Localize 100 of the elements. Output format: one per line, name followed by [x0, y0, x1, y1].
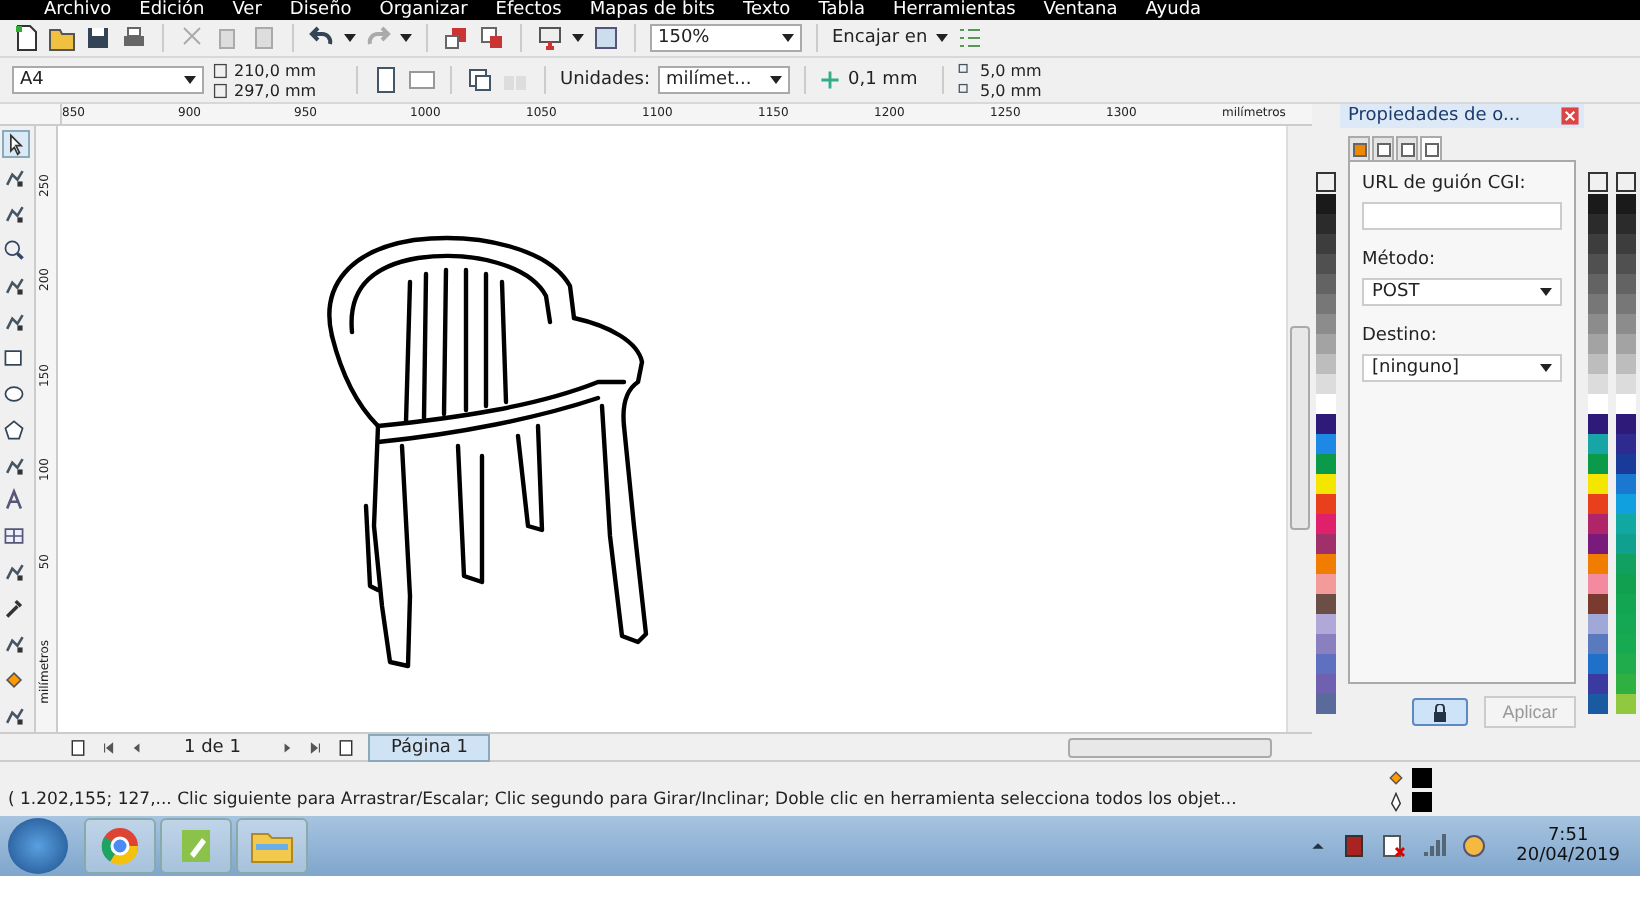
color-swatch[interactable] [1316, 254, 1336, 274]
docker-tab[interactable] [1372, 136, 1394, 160]
color-swatch[interactable] [1616, 274, 1636, 294]
color-swatch[interactable] [1616, 354, 1636, 374]
color-swatch[interactable] [1588, 534, 1608, 554]
color-swatch[interactable] [1316, 354, 1336, 374]
color-swatch[interactable] [1616, 454, 1636, 474]
color-swatch[interactable] [1316, 614, 1336, 634]
color-swatch[interactable] [1588, 654, 1608, 674]
docker-tab[interactable] [1396, 136, 1418, 160]
color-swatch[interactable] [1588, 334, 1608, 354]
input-field[interactable] [1362, 202, 1562, 230]
menu-item[interactable]: Organizar [379, 0, 468, 20]
scrollbar-thumb[interactable] [1068, 737, 1272, 757]
color-swatch[interactable] [1588, 614, 1608, 634]
picture-icon[interactable] [592, 24, 620, 52]
color-swatch[interactable] [1616, 554, 1636, 574]
color-swatch[interactable] [1616, 534, 1636, 554]
color-swatch[interactable] [1588, 354, 1608, 374]
color-swatch[interactable] [1616, 654, 1636, 674]
scrollbar-thumb[interactable] [1290, 326, 1311, 530]
docker-tab[interactable] [1420, 136, 1442, 160]
color-swatch[interactable] [1616, 574, 1636, 594]
network-error-icon[interactable] [1380, 832, 1409, 860]
color-swatch[interactable] [1588, 454, 1608, 474]
menu-item[interactable]: Edición [139, 0, 205, 20]
color-swatch[interactable] [1316, 194, 1336, 214]
no-color-swatch[interactable] [1616, 172, 1636, 192]
color-swatch[interactable] [1316, 594, 1336, 614]
menu-item[interactable]: Texto [742, 0, 791, 20]
color-swatch[interactable] [1616, 594, 1636, 614]
color-swatch[interactable] [1616, 194, 1636, 214]
save-icon[interactable] [84, 24, 112, 52]
color-swatch[interactable] [1316, 374, 1336, 394]
printer-icon[interactable] [120, 24, 148, 52]
pointer-icon[interactable] [2, 130, 31, 158]
color-swatch[interactable] [1588, 574, 1608, 594]
dropdown-field[interactable]: POST [1362, 278, 1562, 306]
color-swatch[interactable] [1588, 494, 1608, 514]
color-swatch[interactable] [1316, 514, 1336, 534]
color-swatch[interactable] [1616, 494, 1636, 514]
color-swatch[interactable] [1588, 394, 1608, 414]
new-document-icon[interactable] [12, 24, 40, 52]
color-swatch[interactable] [1588, 474, 1608, 494]
color-swatch[interactable] [1316, 214, 1336, 234]
color-swatch[interactable] [1616, 294, 1636, 314]
page-height-field[interactable]: 297,0 mm [234, 81, 342, 99]
color-swatch[interactable] [1588, 214, 1608, 234]
color-swatch[interactable] [1316, 554, 1336, 574]
duplicate-x-field[interactable]: 5,0 mm [980, 61, 1100, 79]
color-swatch[interactable] [1616, 414, 1636, 434]
color-swatch[interactable] [1588, 314, 1608, 334]
weather-icon[interactable] [1460, 832, 1489, 860]
color-swatch[interactable] [1588, 694, 1608, 714]
color-swatch[interactable] [1316, 234, 1336, 254]
color-swatch[interactable] [1616, 474, 1636, 494]
color-swatch[interactable] [1316, 574, 1336, 594]
color-swatch[interactable] [1316, 634, 1336, 654]
import-icon[interactable] [442, 24, 470, 52]
color-swatch[interactable] [1588, 634, 1608, 654]
color-swatch[interactable] [1316, 454, 1336, 474]
color-swatch[interactable] [1588, 274, 1608, 294]
menu-item[interactable]: Mapas de bits [589, 0, 715, 20]
add-page-icon[interactable] [336, 737, 357, 757]
docker-tab[interactable] [1348, 136, 1370, 160]
zoom-level-dropdown[interactable]: 150% [650, 24, 802, 52]
color-swatch[interactable] [1616, 334, 1636, 354]
color-swatch[interactable] [1316, 294, 1336, 314]
browser-taskbar-button[interactable] [84, 818, 156, 874]
signal-bars-icon[interactable] [1420, 832, 1449, 860]
folder-icon[interactable] [48, 24, 76, 52]
previous-page-icon[interactable] [128, 739, 144, 755]
paste-icon[interactable] [250, 24, 278, 52]
pages-icon[interactable] [466, 66, 494, 94]
device-icon[interactable] [1340, 832, 1369, 860]
color-swatch[interactable] [1316, 434, 1336, 454]
first-page-icon[interactable] [100, 739, 116, 755]
color-swatch[interactable] [1588, 254, 1608, 274]
color-swatch[interactable] [1316, 414, 1336, 434]
color-swatch[interactable] [1616, 394, 1636, 414]
color-swatch[interactable] [1588, 514, 1608, 534]
drawing-app-taskbar-button[interactable] [160, 818, 232, 874]
lock-button[interactable] [1412, 698, 1468, 726]
duplicate-y-field[interactable]: 5,0 mm [980, 81, 1100, 99]
color-swatch[interactable] [1316, 494, 1336, 514]
page-width-field[interactable]: 210,0 mm [234, 61, 342, 79]
color-swatch[interactable] [1616, 314, 1636, 334]
close-icon[interactable] [1560, 106, 1580, 126]
color-swatch[interactable] [1616, 214, 1636, 234]
color-swatch[interactable] [1616, 614, 1636, 634]
color-swatch[interactable] [1316, 674, 1336, 694]
no-color-swatch[interactable] [1588, 172, 1608, 192]
color-swatch[interactable] [1316, 474, 1336, 494]
color-swatch[interactable] [1616, 514, 1636, 534]
nudge-distance-field[interactable]: 0,1 mm [848, 70, 928, 90]
folder-taskbar-button[interactable] [236, 818, 308, 874]
color-swatch[interactable] [1316, 274, 1336, 294]
color-swatch[interactable] [1316, 334, 1336, 354]
color-swatch[interactable] [1616, 234, 1636, 254]
color-swatch[interactable] [1588, 194, 1608, 214]
